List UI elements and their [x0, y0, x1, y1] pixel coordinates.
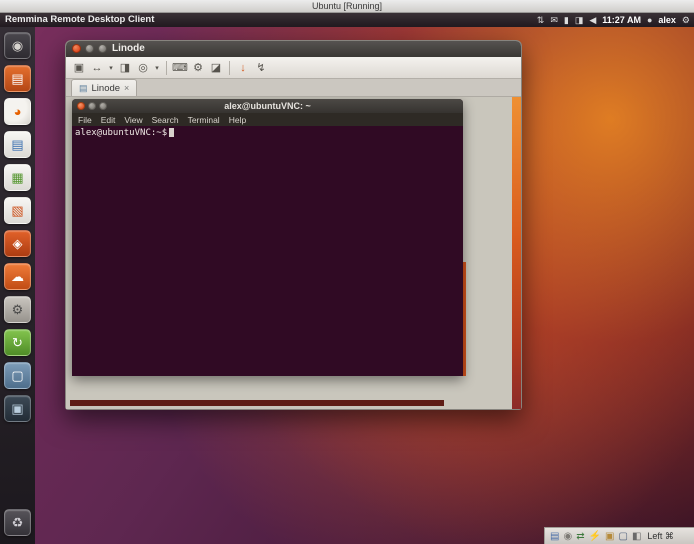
- terminal-window-controls: [77, 102, 107, 110]
- host-key-indicator: Left ⌘: [647, 531, 674, 542]
- launcher-item-terminal[interactable]: ▣: [4, 395, 31, 422]
- terminal-titlebar[interactable]: alex@ubuntuVNC: ~: [72, 99, 463, 113]
- terminal-close-button[interactable]: [77, 102, 85, 110]
- remmina-icon: ▢: [11, 368, 23, 384]
- launcher-item-software-center[interactable]: ◈: [4, 230, 31, 257]
- disconnect-icon[interactable]: ↓: [235, 59, 251, 77]
- remote-artifact-line: [463, 262, 466, 376]
- window-title: Linode: [112, 41, 145, 57]
- plug-icon[interactable]: ↯: [253, 59, 269, 77]
- volume-icon[interactable]: ◀: [589, 13, 596, 27]
- trash-icon: ♻: [12, 515, 24, 531]
- monitor-icon: ▤: [79, 83, 88, 94]
- terminal-menubar: File Edit View Search Terminal Help: [72, 113, 463, 126]
- menu-help[interactable]: Help: [229, 115, 246, 125]
- gear-icon: ⚙: [12, 302, 24, 318]
- tab-close-icon[interactable]: ×: [124, 83, 129, 93]
- virtualbox-statusbar: ▤ ◉ ⇄ ⚡ ▣ ▢ ◧ Left ⌘: [544, 527, 694, 544]
- user-menu[interactable]: alex: [658, 13, 676, 27]
- launcher-item-trash[interactable]: ♻: [4, 509, 31, 536]
- calc-icon: ▦: [11, 170, 23, 186]
- impress-icon: ▧: [11, 203, 23, 219]
- shared-folders-icon[interactable]: ▣: [605, 528, 614, 544]
- clock[interactable]: 11:27 AM: [602, 13, 641, 27]
- update-icon: ↻: [12, 335, 23, 351]
- terminal-minimize-button[interactable]: [88, 102, 96, 110]
- mouse-integration-icon[interactable]: ◧: [632, 528, 641, 544]
- firefox-icon: ◕: [14, 104, 22, 119]
- launcher-item-firefox[interactable]: ◕: [4, 98, 31, 125]
- menu-edit[interactable]: Edit: [101, 115, 116, 125]
- launcher-item-libreoffice-calc[interactable]: ▦: [4, 164, 31, 191]
- network-sync-icon[interactable]: ⇅: [537, 13, 545, 27]
- screenshot-icon[interactable]: ◪: [208, 59, 224, 77]
- remmina-tabbar: ▤ Linode ×: [66, 79, 521, 97]
- unity-launcher: ◉ ▤ ◕ ▤ ▦ ▧ ◈ ☁ ⚙ ↻ ▢ ▣ ♻: [0, 27, 35, 544]
- resize-window-icon[interactable]: ↔: [89, 59, 105, 77]
- terminal-maximize-button[interactable]: [99, 102, 107, 110]
- window-controls: [72, 44, 107, 53]
- zoom-icon[interactable]: ◎: [135, 59, 151, 77]
- remote-desktop-view[interactable]: alex@ubuntuVNC: ~ File Edit View Search …: [66, 97, 521, 409]
- close-button[interactable]: [72, 44, 81, 53]
- virtualbox-titlebar[interactable]: Ubuntu [Running]: [0, 0, 694, 13]
- launcher-item-remmina[interactable]: ▢: [4, 362, 31, 389]
- virtualbox-window: Ubuntu [Running] Remmina Remote Desktop …: [0, 0, 694, 544]
- battery-icon[interactable]: ▮: [564, 13, 569, 27]
- fullscreen-icon[interactable]: ▣: [71, 59, 87, 77]
- launcher-item-dash-home[interactable]: ◉: [4, 32, 31, 59]
- menu-terminal[interactable]: Terminal: [188, 115, 220, 125]
- scaled-mode-icon[interactable]: ◨: [117, 59, 133, 77]
- keyboard-layout-icon[interactable]: ◨: [575, 13, 584, 27]
- virtualbox-title: Ubuntu [Running]: [312, 1, 382, 11]
- toolbar-separator: [166, 61, 167, 75]
- terminal-window: alex@ubuntuVNC: ~ File Edit View Search …: [72, 99, 463, 376]
- terminal-prompt: alex@ubuntuVNC:~$: [75, 128, 167, 138]
- preferences-icon[interactable]: ⚙: [190, 59, 206, 77]
- remmina-window: Linode ▣ ↔ ▾ ◨ ◎ ▾ ⌨ ⚙ ◪ ↓ ↯ ▤ Linode ×: [65, 40, 522, 410]
- remmina-titlebar[interactable]: Linode: [66, 41, 521, 57]
- files-icon: ▤: [11, 71, 23, 87]
- launcher-item-libreoffice-impress[interactable]: ▧: [4, 197, 31, 224]
- menu-view[interactable]: View: [124, 115, 142, 125]
- user-icon: ●: [647, 13, 652, 27]
- minimize-button[interactable]: [85, 44, 94, 53]
- software-center-icon: ◈: [13, 236, 23, 252]
- network-icon[interactable]: ⇄: [576, 528, 584, 544]
- menu-search[interactable]: Search: [152, 115, 179, 125]
- terminal-cursor: [169, 128, 174, 137]
- remote-wallpaper-strip: [512, 97, 521, 409]
- grab-keyboard-icon[interactable]: ⌨: [172, 59, 188, 77]
- ubuntu-top-panel: Remmina Remote Desktop Client ⇅ ✉ ▮ ◨ ◀ …: [0, 13, 694, 27]
- app-menu-title[interactable]: Remmina Remote Desktop Client: [5, 13, 154, 27]
- terminal-body[interactable]: alex@ubuntuVNC:~$: [72, 126, 463, 376]
- launcher-item-ubuntu-one[interactable]: ☁: [4, 263, 31, 290]
- terminal-icon: ▣: [11, 401, 23, 417]
- launcher-item-system-settings[interactable]: ⚙: [4, 296, 31, 323]
- usb-icon[interactable]: ⚡: [589, 528, 601, 544]
- hdd-icon[interactable]: ▤: [550, 528, 559, 544]
- launcher-item-update-manager[interactable]: ↻: [4, 329, 31, 356]
- chevron-down-icon[interactable]: ▾: [153, 59, 161, 77]
- tab-label: Linode: [92, 83, 121, 94]
- chevron-down-icon[interactable]: ▾: [107, 59, 115, 77]
- cd-icon[interactable]: ◉: [563, 528, 572, 544]
- launcher-item-libreoffice-writer[interactable]: ▤: [4, 131, 31, 158]
- terminal-title: alex@ubuntuVNC: ~: [72, 99, 463, 113]
- tab-linode[interactable]: ▤ Linode ×: [71, 79, 137, 96]
- remote-wallpaper-bottom-strip: [70, 400, 444, 406]
- remmina-toolbar: ▣ ↔ ▾ ◨ ◎ ▾ ⌨ ⚙ ◪ ↓ ↯: [66, 57, 521, 79]
- launcher-item-files[interactable]: ▤: [4, 65, 31, 92]
- system-tray: ⇅ ✉ ▮ ◨ ◀ 11:27 AM ● alex ⚙: [537, 13, 690, 27]
- ubuntu-one-icon: ☁: [11, 269, 24, 285]
- writer-icon: ▤: [11, 137, 23, 153]
- toolbar-separator: [229, 61, 230, 75]
- display-icon[interactable]: ▢: [618, 528, 627, 544]
- session-menu-icon[interactable]: ⚙: [682, 13, 690, 27]
- mail-icon[interactable]: ✉: [550, 13, 558, 27]
- menu-file[interactable]: File: [78, 115, 92, 125]
- maximize-button[interactable]: [98, 44, 107, 53]
- dash-home-icon: ◉: [12, 38, 23, 54]
